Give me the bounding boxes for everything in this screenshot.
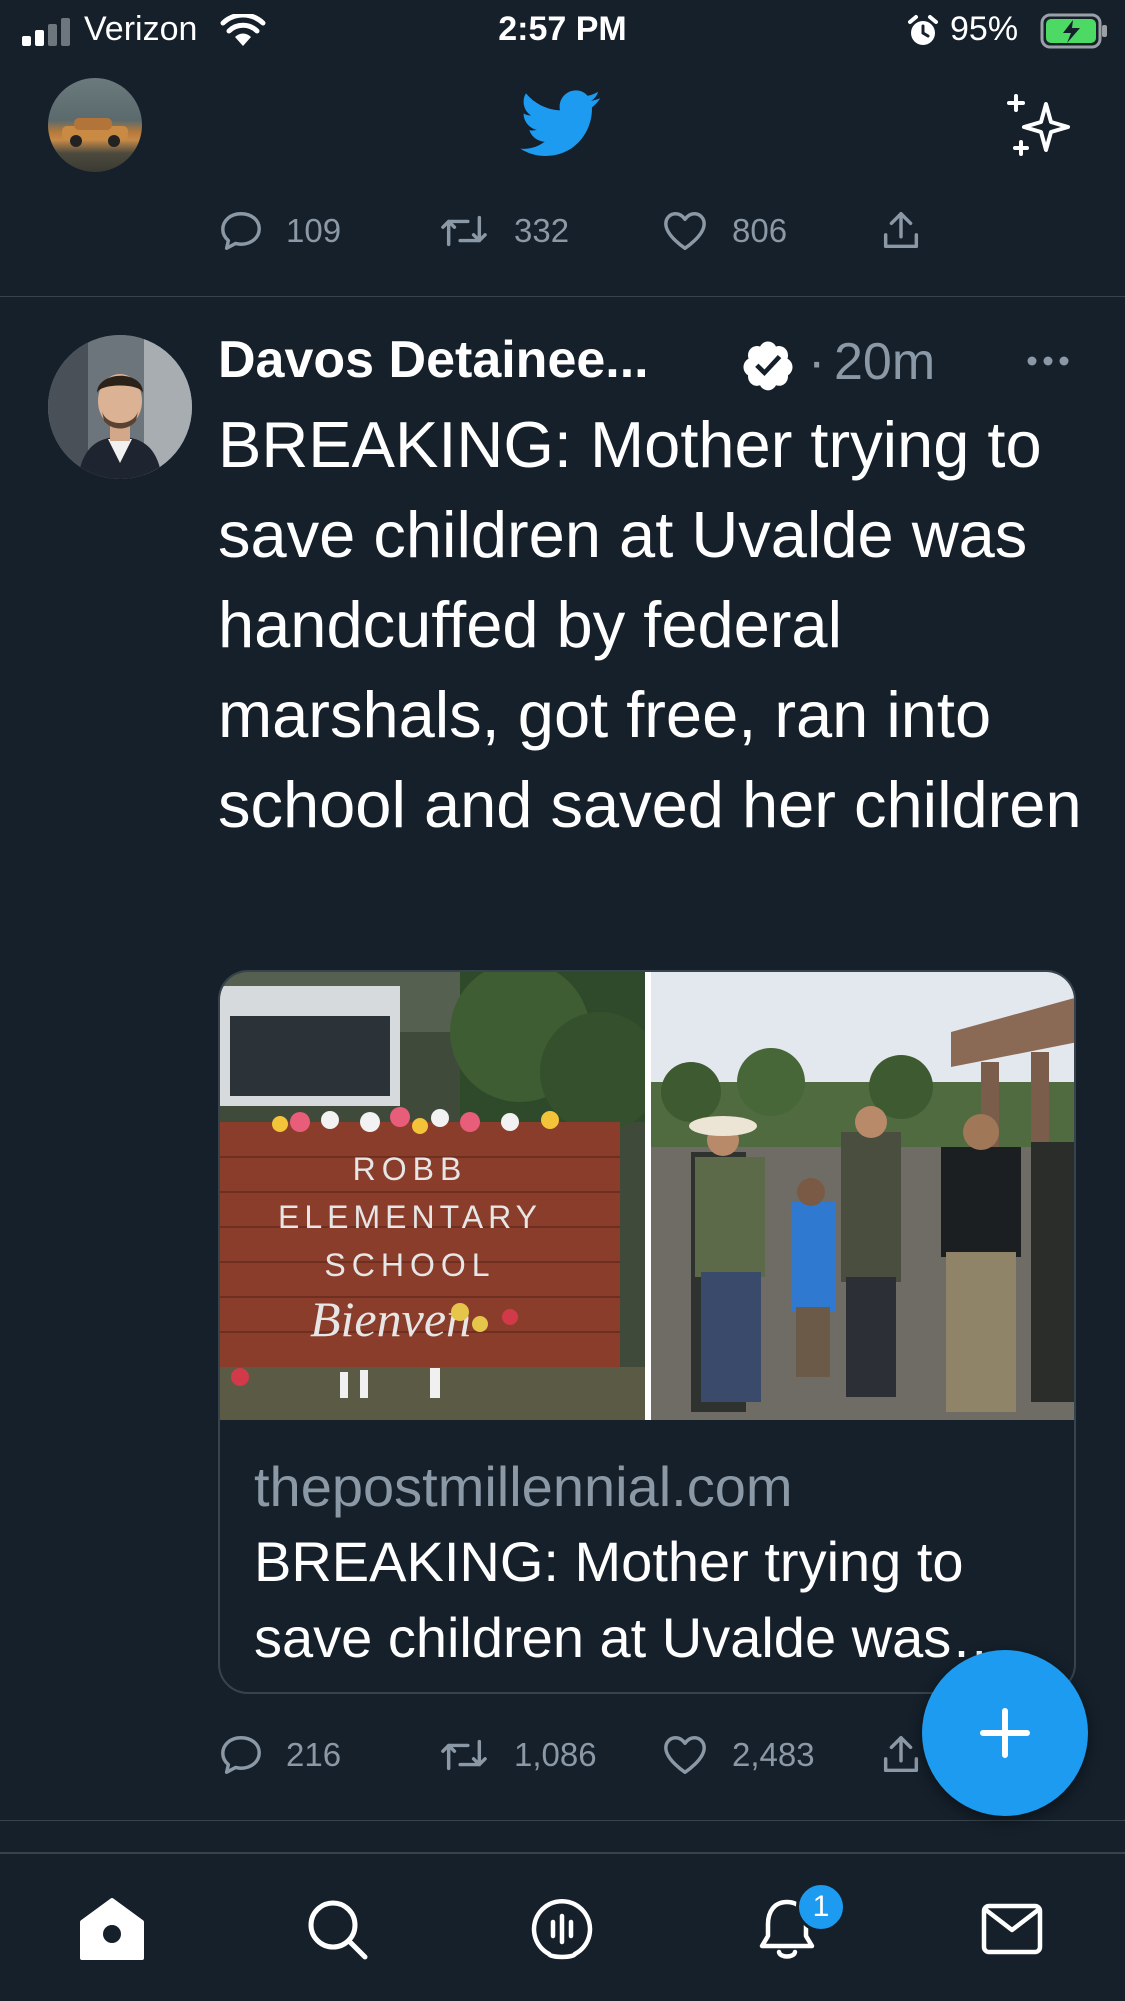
share-icon [883,1736,919,1773]
twitter-bird-icon[interactable] [520,90,602,158]
like-count: 2,483 [732,1736,815,1773]
tweet-actions: 216 1,086 2,483 [218,1725,978,1785]
verified-badge-icon [740,338,796,394]
compose-tweet-button[interactable] [922,1650,1088,1816]
status-bar: Verizon 2:57 PM 95% [0,0,1125,62]
tweet-text: BREAKING: Mother trying to save children… [218,408,1082,841]
separator-dot: · [808,333,826,391]
reply-icon [221,1736,261,1774]
bottom-nav: 1 [0,1852,1125,2001]
sparkle-icon[interactable] [1004,90,1076,162]
plus-icon [980,1708,1030,1758]
retweet-count: 1,086 [514,1736,597,1773]
messages-icon [981,1903,1043,1954]
author-photo-icon [48,335,192,479]
tweet-divider-bottom [0,1820,1125,1821]
nav-spaces[interactable] [502,1854,622,2001]
share-icon [883,212,919,249]
card-image-officers [651,972,1074,1420]
top-app-bar [0,62,1125,182]
tweet-timestamp[interactable]: 20m [834,332,935,392]
nav-home[interactable] [52,1854,172,2001]
alarm-icon [906,14,940,48]
sign-line-1: ROBB [353,1151,468,1187]
reply-icon [221,212,261,250]
card-domain: thepostmillennial.com [254,1455,793,1518]
share-button[interactable] [878,201,946,261]
battery-charging-icon [1040,12,1110,50]
retweet-icon [441,1739,487,1771]
card-image-school-sign: ROBB ELEMENTARY SCHOOL Bienven [220,972,645,1420]
like-button[interactable]: 806 [660,201,787,261]
nav-messages[interactable] [952,1854,1072,2001]
reply-count: 109 [286,212,342,249]
more-options-icon[interactable] [1026,354,1070,368]
retweet-button[interactable]: 332 [436,201,569,261]
profile-avatar-button[interactable] [48,78,142,172]
card-title: BREAKING: Mother trying to save children… [254,1530,964,1669]
retweet-icon [441,215,487,247]
link-preview-card[interactable]: ROBB ELEMENTARY SCHOOL Bienven thepostmi… [218,970,1076,1694]
search-icon [308,1900,368,1959]
previous-tweet-actions: 109 332 806 [218,201,978,261]
heart-icon [664,1736,706,1774]
like-button[interactable]: 2,483 [660,1725,815,1785]
sign-line-3: SCHOOL [324,1247,495,1283]
like-count: 806 [732,212,788,249]
battery-percent: 95% [950,10,1019,48]
reply-button[interactable]: 216 [218,1725,341,1785]
sign-line-2: ELEMENTARY [278,1199,542,1235]
spaces-icon [531,1898,593,1959]
author-avatar[interactable] [48,335,192,479]
reply-button[interactable]: 109 [218,201,341,261]
car-photo-icon [62,118,128,147]
tweet-header: Davos Detainee... · 20m [218,326,1098,396]
nav-search[interactable] [277,1854,397,2001]
retweet-button[interactable]: 1,086 [436,1725,597,1785]
heart-icon [664,212,706,250]
author-name[interactable]: Davos Detainee... [218,330,649,390]
sign-line-4: Bienven [310,1291,471,1347]
reply-count: 216 [286,1736,342,1773]
tweet-divider [0,296,1125,297]
home-icon [80,1897,144,1960]
retweet-count: 332 [514,212,570,249]
notification-badge: 1 [796,1882,846,1932]
